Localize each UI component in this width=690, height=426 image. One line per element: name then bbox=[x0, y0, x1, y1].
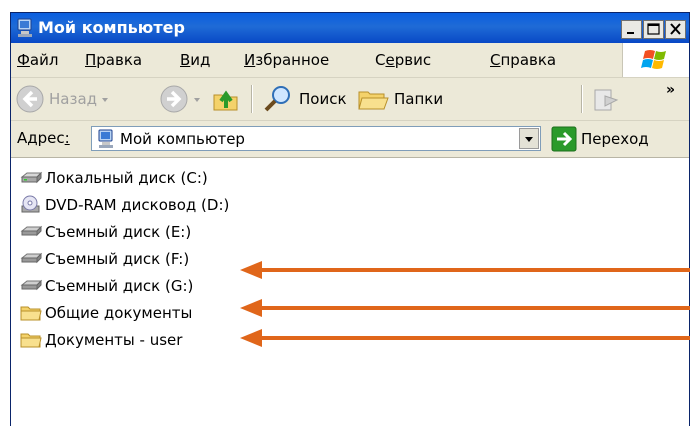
annotation-arrow-removable-f bbox=[256, 306, 690, 310]
annotation-arrow-removable-g bbox=[256, 336, 690, 340]
annotation-arrowhead-g bbox=[240, 329, 262, 347]
annotation-arrowhead-e bbox=[240, 261, 262, 279]
annotation-arrows bbox=[240, 261, 690, 347]
annotation-arrowhead-f bbox=[240, 299, 262, 317]
annotation-arrow-removable-e bbox=[256, 268, 690, 272]
